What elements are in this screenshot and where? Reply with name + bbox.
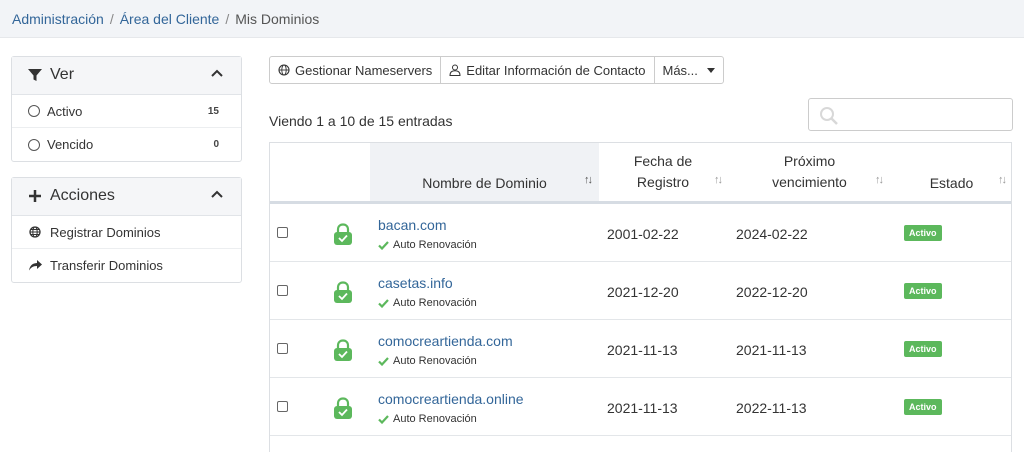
column-header-status[interactable]: Estado ↑↓ xyxy=(892,143,1011,201)
action-label: Registrar Dominios xyxy=(50,224,161,240)
column-header-label: Estado xyxy=(929,174,974,191)
status-badge: Activo xyxy=(904,225,942,241)
action-label: Transferir Dominios xyxy=(50,258,163,273)
chevron-up-icon[interactable] xyxy=(211,69,223,77)
more-label: Más... xyxy=(662,62,698,78)
filter-count: 0 xyxy=(213,139,219,150)
chevron-up-icon[interactable] xyxy=(211,190,223,198)
registration-date: 2021-11-13 xyxy=(607,342,678,358)
sort-icon: ↑↓ xyxy=(584,174,593,186)
entries-info: Viendo 1 a 10 de 15 entradas xyxy=(269,113,453,129)
radio-icon[interactable] xyxy=(28,138,40,151)
filter-label: Activo xyxy=(47,103,83,119)
domain-link[interactable]: casetas.info xyxy=(378,275,453,291)
column-header-registration[interactable]: Fecha de Registro ↑↓ xyxy=(599,143,727,201)
manage-nameservers-label: Gestionar Nameservers xyxy=(295,62,433,78)
status-badge: Activo xyxy=(904,341,942,357)
registration-date: 2021-12-20 xyxy=(607,284,679,300)
column-header-label: Fecha de Registro xyxy=(633,153,693,190)
filter-icon xyxy=(28,69,42,81)
panel-ver-header[interactable]: Ver xyxy=(12,57,241,95)
domain-link[interactable]: bacan.com xyxy=(378,217,446,233)
globe-icon xyxy=(29,226,41,238)
share-arrow-icon xyxy=(28,260,42,271)
auto-renew-text: Auto Renovación xyxy=(393,413,477,425)
column-header-label: Próximo vencimiento xyxy=(772,153,847,190)
status-badge: Activo xyxy=(904,399,942,415)
edit-contact-button[interactable]: Editar Información de Contacto xyxy=(441,57,655,83)
filter-activo[interactable]: Activo 15 xyxy=(12,95,241,128)
expiry-date: 2022-11-13 xyxy=(736,400,807,416)
radio-icon[interactable] xyxy=(28,105,40,117)
action-registrar-dominios[interactable]: Registrar Dominios xyxy=(12,216,241,249)
auto-renew-text: Auto Renovación xyxy=(393,355,477,367)
row-checkbox[interactable] xyxy=(277,227,288,238)
table-header: Nombre de Dominio ↑↓ Fecha de Registro ↑… xyxy=(270,143,1011,204)
auto-renew-text: Auto Renovación xyxy=(393,297,477,309)
panel-acciones: Acciones Registrar Dominios Transferir D… xyxy=(11,177,242,283)
filter-label: Vencido xyxy=(47,137,94,152)
search-input[interactable] xyxy=(808,98,1013,131)
lock-icon xyxy=(334,339,352,361)
check-icon xyxy=(378,240,389,250)
manage-nameservers-button[interactable]: Gestionar Nameservers xyxy=(270,57,442,83)
table-row[interactable]: casetas.info Auto Renovación 2021-12-20 … xyxy=(270,262,1011,320)
auto-renew-label: Auto Renovación xyxy=(378,355,477,367)
check-icon xyxy=(378,298,389,308)
breadcrumb-separator: / xyxy=(109,11,114,27)
lock-icon xyxy=(334,281,352,303)
lock-icon xyxy=(334,397,352,419)
filter-count: 15 xyxy=(207,105,219,117)
table-row[interactable]: comocreartienda.com Auto Renovación 2021… xyxy=(270,320,1011,378)
auto-renew-label: Auto Renovación xyxy=(378,413,477,425)
breadcrumb-separator: / xyxy=(225,11,230,27)
domain-link[interactable]: comocreartienda.online xyxy=(378,391,524,407)
panel-acciones-header[interactable]: Acciones xyxy=(12,178,241,216)
action-transferir-dominios[interactable]: Transferir Dominios xyxy=(12,249,241,282)
panel-acciones-title: Acciones xyxy=(50,187,115,204)
column-header-select xyxy=(270,143,370,201)
domains-table: Nombre de Dominio ↑↓ Fecha de Registro ↑… xyxy=(269,142,1012,452)
expiry-date: 2024-02-22 xyxy=(736,226,808,242)
row-checkbox[interactable] xyxy=(277,343,288,354)
globe-icon xyxy=(278,64,290,76)
registration-date: 2021-11-13 xyxy=(607,400,678,416)
breadcrumb: Administración / Área del Cliente / Mis Domi… xyxy=(12,11,319,27)
check-icon xyxy=(378,356,389,366)
column-header-label: Nombre de Dominio xyxy=(422,174,547,191)
edit-contact-label: Editar Información de Contacto xyxy=(466,62,646,78)
expiry-date: 2021-11-13 xyxy=(736,342,807,358)
filter-vencido[interactable]: Vencido 0 xyxy=(12,128,241,161)
status-badge: Activo xyxy=(904,283,942,299)
breadcrumb-current: Mis Dominios xyxy=(235,11,320,27)
caret-down-icon xyxy=(706,67,715,73)
search-icon xyxy=(820,107,838,125)
breadcrumb-link-area-cliente[interactable]: Área del Cliente xyxy=(120,11,220,27)
auto-renew-label: Auto Renovación xyxy=(378,239,477,251)
row-checkbox[interactable] xyxy=(277,285,288,296)
bulk-actions-toolbar: Gestionar Nameservers Editar Información… xyxy=(269,56,724,84)
table-row[interactable]: bacan.com Auto Renovación 2001-02-22 202… xyxy=(270,204,1011,262)
panel-ver-title: Ver xyxy=(50,66,75,83)
lock-icon xyxy=(334,223,352,245)
more-dropdown-button[interactable]: Más... xyxy=(655,57,723,83)
registration-date: 2001-02-22 xyxy=(607,226,679,242)
auto-renew-text: Auto Renovación xyxy=(393,239,477,251)
user-icon xyxy=(449,64,461,76)
auto-renew-label: Auto Renovación xyxy=(378,297,477,309)
plus-icon xyxy=(29,190,41,202)
row-checkbox[interactable] xyxy=(277,401,288,412)
sort-icon: ↑↓ xyxy=(998,174,1007,186)
table-row[interactable]: comocreartienda.online Auto Renovación 2… xyxy=(270,378,1011,436)
expiry-date: 2022-12-20 xyxy=(736,284,808,300)
panel-ver: Ver Activo 15 Vencido 0 xyxy=(11,56,242,162)
breadcrumb-link-administracion[interactable]: Administración xyxy=(12,11,104,27)
check-icon xyxy=(378,414,389,424)
column-header-domain[interactable]: Nombre de Dominio ↑↓ xyxy=(370,143,599,201)
domain-link[interactable]: comocreartienda.com xyxy=(378,333,513,349)
sort-icon: ↑↓ xyxy=(875,174,884,186)
column-header-expiry[interactable]: Próximo vencimiento ↑↓ xyxy=(727,143,892,201)
sort-icon: ↑↓ xyxy=(714,174,723,186)
breadcrumb-bar: Administración / Área del Cliente / Mis Domi… xyxy=(0,0,1024,38)
